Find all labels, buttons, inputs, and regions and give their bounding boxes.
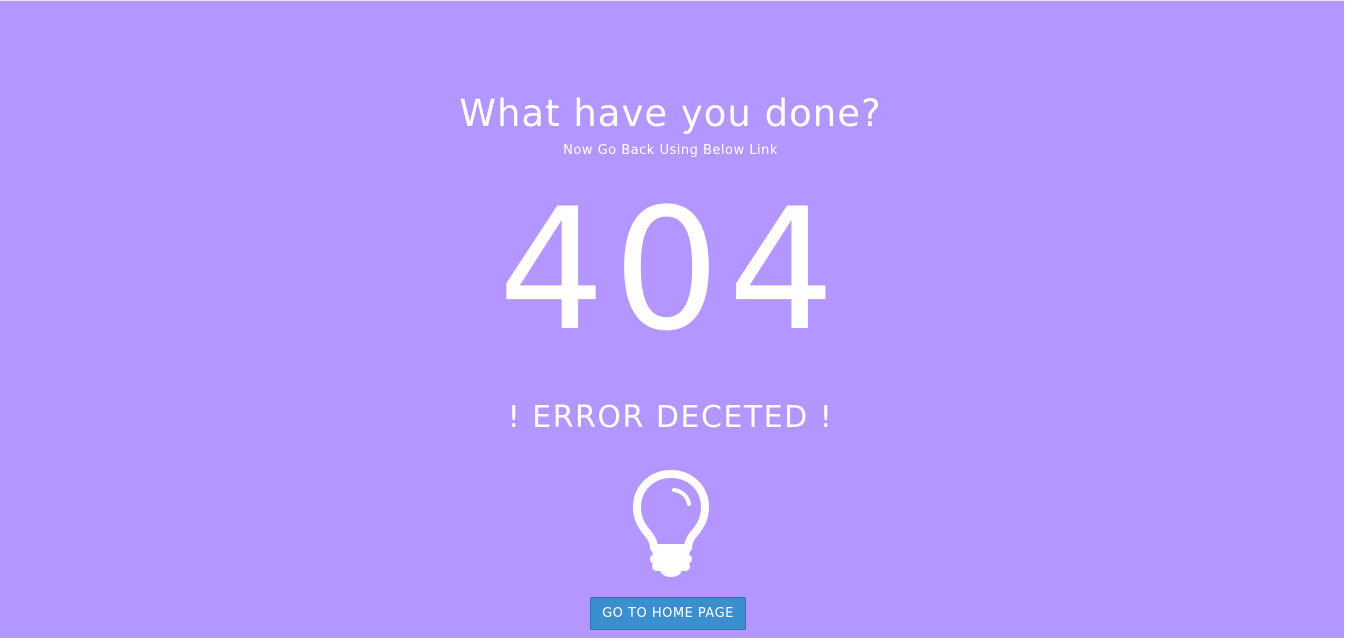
error-message: ! ERROR DECETED ! [507, 400, 834, 435]
home-button[interactable]: GO TO HOME PAGE [590, 597, 746, 630]
error-code: 404 [498, 172, 843, 368]
top-border [0, 0, 1347, 1]
page-subtitle: Now Go Back Using Below Link [563, 143, 778, 158]
page-title: What have you done? [459, 92, 882, 135]
lightbulb-icon [633, 470, 709, 577]
